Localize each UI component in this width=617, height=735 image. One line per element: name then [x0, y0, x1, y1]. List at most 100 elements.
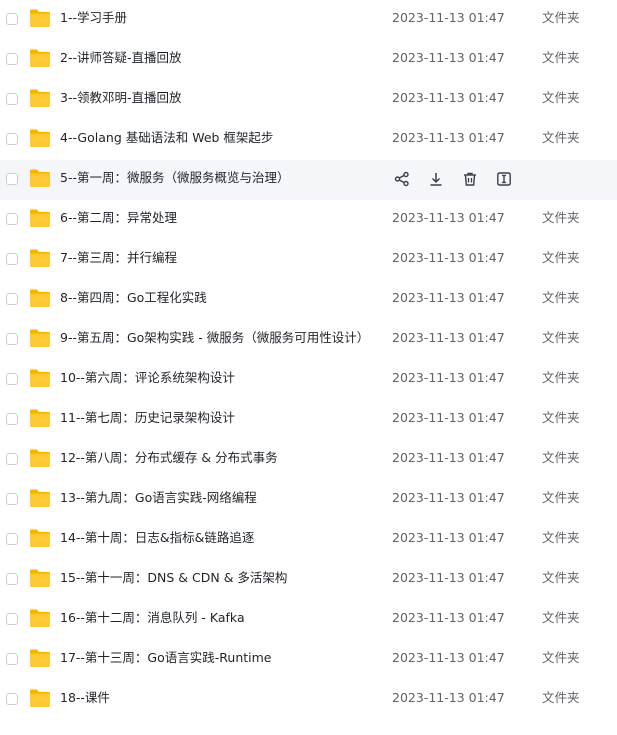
- file-row[interactable]: 11--第七周：历史记录架构设计 2023-11-13 01:47 文件夹: [0, 400, 617, 440]
- row-checkbox[interactable]: [6, 413, 18, 425]
- file-name[interactable]: 13--第九周：Go语言实践-网络编程: [60, 480, 257, 520]
- file-type: 文件夹: [542, 10, 580, 25]
- file-type: 文件夹: [542, 570, 580, 585]
- folder-icon: [29, 408, 51, 428]
- file-type: 文件夹: [542, 610, 580, 625]
- file-list: 1--学习手册 2023-11-13 01:47 文件夹 2--讲师答疑-直播回放 2…: [0, 0, 617, 720]
- modified-date: 2023-11-13 01:47: [392, 450, 505, 465]
- file-row[interactable]: 4--Golang 基础语法和 Web 框架起步 2023-11-13 01:47…: [0, 120, 617, 160]
- folder-icon: [29, 448, 51, 468]
- file-type: 文件夹: [542, 450, 580, 465]
- file-name[interactable]: 15--第十一周：DNS & CDN & 多活架构: [60, 560, 287, 600]
- file-name[interactable]: 8--第四周：Go工程化实践: [60, 280, 207, 320]
- file-row[interactable]: 1--学习手册 2023-11-13 01:47 文件夹: [0, 0, 617, 40]
- row-checkbox[interactable]: [6, 173, 18, 185]
- modified-date: 2023-11-13 01:47: [392, 10, 505, 25]
- file-name[interactable]: 6--第二周：异常处理: [60, 200, 177, 240]
- row-checkbox[interactable]: [6, 93, 18, 105]
- folder-icon: [29, 248, 51, 268]
- row-checkbox[interactable]: [6, 293, 18, 305]
- file-row[interactable]: 15--第十一周：DNS & CDN & 多活架构 2023-11-13 01:4…: [0, 560, 617, 600]
- folder-icon: [29, 88, 51, 108]
- file-type: 文件夹: [542, 690, 580, 705]
- modified-date: 2023-11-13 01:47: [392, 50, 505, 65]
- row-checkbox[interactable]: [6, 693, 18, 705]
- row-checkbox[interactable]: [6, 373, 18, 385]
- folder-icon: [29, 528, 51, 548]
- file-row[interactable]: 6--第二周：异常处理 2023-11-13 01:47 文件夹: [0, 200, 617, 240]
- file-type: 文件夹: [542, 210, 580, 225]
- file-name[interactable]: 10--第六周：评论系统架构设计: [60, 360, 235, 400]
- row-checkbox[interactable]: [6, 613, 18, 625]
- file-name[interactable]: 7--第三周：并行编程: [60, 240, 177, 280]
- file-row[interactable]: 14--第十周：日志&指标&链路追逐 2023-11-13 01:47 文件夹: [0, 520, 617, 560]
- file-name[interactable]: 9--第五周：Go架构实践 - 微服务（微服务可用性设计）: [60, 320, 369, 360]
- share-icon[interactable]: [392, 169, 412, 189]
- download-icon[interactable]: [426, 169, 446, 189]
- folder-icon: [29, 568, 51, 588]
- row-checkbox[interactable]: [6, 493, 18, 505]
- folder-icon: [29, 648, 51, 668]
- file-row[interactable]: 18--课件 2023-11-13 01:47 文件夹: [0, 680, 617, 720]
- row-checkbox[interactable]: [6, 533, 18, 545]
- row-checkbox[interactable]: [6, 213, 18, 225]
- modified-date: 2023-11-13 01:47: [392, 90, 505, 105]
- row-checkbox[interactable]: [6, 333, 18, 345]
- row-checkbox[interactable]: [6, 253, 18, 265]
- modified-date: 2023-11-13 01:47: [392, 130, 505, 145]
- file-row[interactable]: 8--第四周：Go工程化实践 2023-11-13 01:47 文件夹: [0, 280, 617, 320]
- rename-icon[interactable]: [494, 169, 514, 189]
- file-row[interactable]: 16--第十二周：消息队列 - Kafka 2023-11-13 01:47 文件夹: [0, 600, 617, 640]
- file-row[interactable]: 10--第六周：评论系统架构设计 2023-11-13 01:47 文件夹: [0, 360, 617, 400]
- row-checkbox[interactable]: [6, 453, 18, 465]
- file-name[interactable]: 4--Golang 基础语法和 Web 框架起步: [60, 120, 273, 160]
- file-type: 文件夹: [542, 250, 580, 265]
- file-name[interactable]: 2--讲师答疑-直播回放: [60, 40, 182, 80]
- file-type: 文件夹: [542, 330, 580, 345]
- modified-date: 2023-11-13 01:47: [392, 490, 505, 505]
- file-type: 文件夹: [542, 650, 580, 665]
- modified-date: 2023-11-13 01:47: [392, 650, 505, 665]
- file-type: 文件夹: [542, 90, 580, 105]
- folder-icon: [29, 8, 51, 28]
- folder-icon: [29, 328, 51, 348]
- file-name[interactable]: 18--课件: [60, 680, 110, 720]
- file-row[interactable]: 12--第八周：分布式缓存 & 分布式事务 2023-11-13 01:47 文件夹: [0, 440, 617, 480]
- modified-date: 2023-11-13 01:47: [392, 250, 505, 265]
- file-type: 文件夹: [542, 130, 580, 145]
- row-checkbox[interactable]: [6, 653, 18, 665]
- file-name[interactable]: 11--第七周：历史记录架构设计: [60, 400, 235, 440]
- modified-date: 2023-11-13 01:47: [392, 530, 505, 545]
- file-type: 文件夹: [542, 370, 580, 385]
- folder-icon: [29, 488, 51, 508]
- file-row[interactable]: 17--第十三周：Go语言实践-Runtime 2023-11-13 01:47 文…: [0, 640, 617, 680]
- file-name[interactable]: 16--第十二周：消息队列 - Kafka: [60, 600, 245, 640]
- folder-icon: [29, 168, 51, 188]
- row-checkbox[interactable]: [6, 573, 18, 585]
- row-checkbox[interactable]: [6, 13, 18, 25]
- file-name[interactable]: 3--领教邓明-直播回放: [60, 80, 182, 120]
- row-checkbox[interactable]: [6, 133, 18, 145]
- file-type: 文件夹: [542, 50, 580, 65]
- file-name[interactable]: 14--第十周：日志&指标&链路追逐: [60, 520, 254, 560]
- file-name[interactable]: 17--第十三周：Go语言实践-Runtime: [60, 640, 271, 680]
- folder-icon: [29, 208, 51, 228]
- file-row[interactable]: 5--第一周：微服务（微服务概览与治理）: [0, 160, 617, 200]
- folder-icon: [29, 48, 51, 68]
- modified-date: 2023-11-13 01:47: [392, 210, 505, 225]
- file-type: 文件夹: [542, 410, 580, 425]
- modified-date: 2023-11-13 01:47: [392, 290, 505, 305]
- folder-icon: [29, 128, 51, 148]
- file-name[interactable]: 12--第八周：分布式缓存 & 分布式事务: [60, 440, 278, 480]
- file-row[interactable]: 7--第三周：并行编程 2023-11-13 01:47 文件夹: [0, 240, 617, 280]
- file-name[interactable]: 5--第一周：微服务（微服务概览与治理）: [60, 160, 289, 200]
- file-row[interactable]: 9--第五周：Go架构实践 - 微服务（微服务可用性设计） 2023-11-13 …: [0, 320, 617, 360]
- row-checkbox[interactable]: [6, 53, 18, 65]
- file-name[interactable]: 1--学习手册: [60, 0, 127, 40]
- file-type: 文件夹: [542, 290, 580, 305]
- delete-icon[interactable]: [460, 169, 480, 189]
- file-type: 文件夹: [542, 490, 580, 505]
- file-row[interactable]: 13--第九周：Go语言实践-网络编程 2023-11-13 01:47 文件夹: [0, 480, 617, 520]
- file-row[interactable]: 2--讲师答疑-直播回放 2023-11-13 01:47 文件夹: [0, 40, 617, 80]
- file-row[interactable]: 3--领教邓明-直播回放 2023-11-13 01:47 文件夹: [0, 80, 617, 120]
